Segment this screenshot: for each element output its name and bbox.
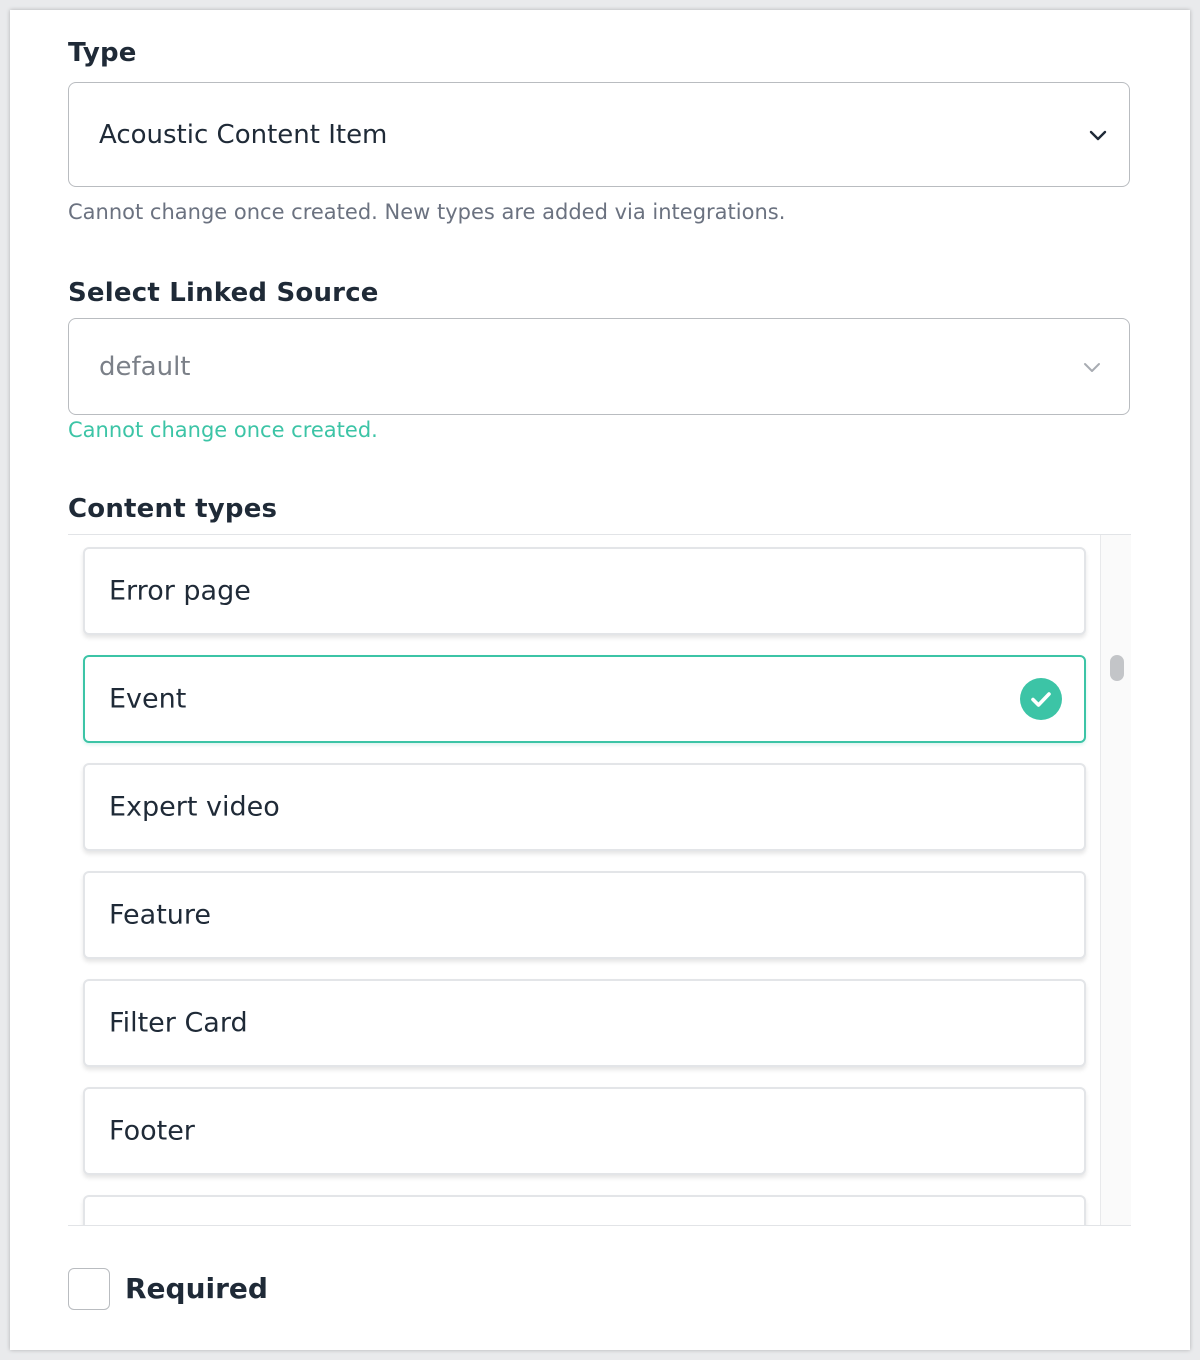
linked-source-select[interactable]: default: [68, 318, 1130, 415]
type-label: Type: [68, 38, 137, 68]
required-checkbox[interactable]: [68, 1268, 110, 1310]
content-type-item-label: Feature: [109, 899, 212, 931]
linked-source-help-text: Cannot change once created.: [68, 418, 378, 442]
content-type-item-label: Error page: [109, 575, 251, 607]
required-label[interactable]: Required: [125, 1272, 268, 1305]
linked-source-select-value: default: [99, 351, 191, 382]
content-type-item-event[interactable]: Event: [83, 655, 1086, 743]
content-type-item-footer[interactable]: Footer: [83, 1087, 1086, 1175]
linked-source-label: Select Linked Source: [68, 278, 379, 308]
content-type-item-label: Event: [109, 683, 187, 715]
content-type-item-label: Filter Card: [109, 1007, 248, 1039]
type-help-text: Cannot change once created. New types ar…: [68, 200, 786, 224]
content-type-item-label: Expert video: [109, 791, 280, 823]
content-type-item-label: Footer: [109, 1115, 195, 1147]
content-type-item-partial[interactable]: [83, 1195, 1086, 1225]
type-select-value: Acoustic Content Item: [99, 119, 388, 150]
scrollbar-thumb[interactable]: [1110, 655, 1124, 681]
scrollbar-track[interactable]: [1100, 535, 1131, 1225]
content-type-item-expert-video[interactable]: Expert video: [83, 763, 1086, 851]
content-type-item-feature[interactable]: Feature: [83, 871, 1086, 959]
content-type-item-filter-card[interactable]: Filter Card: [83, 979, 1086, 1067]
type-select[interactable]: Acoustic Content Item: [68, 82, 1130, 187]
content-field-settings-panel: Type Acoustic Content Item Cannot change…: [10, 10, 1190, 1350]
content-types-label: Content types: [68, 494, 278, 524]
checkmark-circle-icon: [1020, 678, 1062, 720]
content-type-item-error-page[interactable]: Error page: [83, 547, 1086, 635]
chevron-down-icon: [1084, 362, 1100, 372]
chevron-down-icon: [1089, 130, 1107, 140]
content-types-list[interactable]: Error page Event Expert video Feature Fi…: [68, 534, 1131, 1226]
